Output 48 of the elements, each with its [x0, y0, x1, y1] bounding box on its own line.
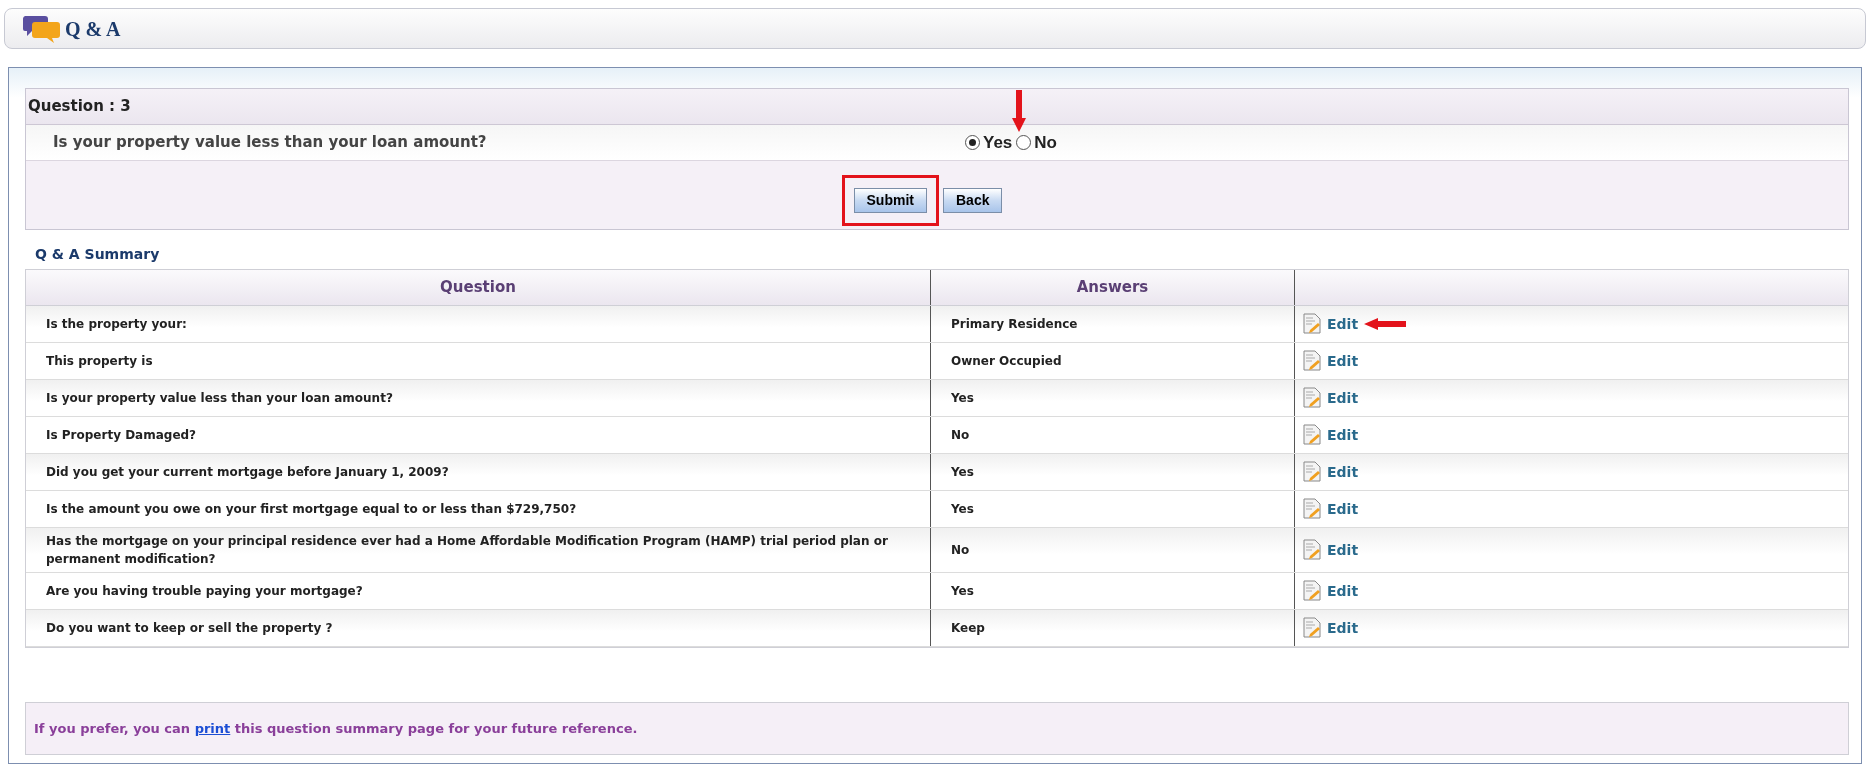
column-header: Question [26, 270, 931, 305]
summary-title: Q & A Summary [35, 245, 161, 264]
table-cell: Yes [931, 573, 1295, 609]
edit-link[interactable]: Edit [1327, 539, 1359, 561]
edit-document-icon [1303, 539, 1321, 561]
table-cell: No [931, 417, 1295, 453]
edit-link[interactable]: Edit [1327, 461, 1359, 483]
print-link[interactable]: print [194, 720, 231, 736]
table-cell: Yes [931, 454, 1295, 490]
table-cell: No [931, 528, 1295, 572]
table-cell: Yes [931, 491, 1295, 527]
edit-document-icon [1303, 350, 1321, 372]
edit-link[interactable]: Edit [1327, 617, 1359, 639]
table-cell: Has the mortgage on your principal residence ever had a Home Affordable Modification Program (HAMP) trial period plan or permanent modification? [26, 528, 931, 572]
column-header: Answers [931, 270, 1295, 305]
table-cell: Are you having trouble paying your mortgage? [26, 573, 931, 609]
table-cell: Keep [931, 610, 1295, 646]
table-cell: Primary Residence [931, 306, 1295, 342]
edit-document-icon [1303, 498, 1321, 520]
table-cell: Yes [931, 380, 1295, 416]
edit-link[interactable]: Edit [1327, 498, 1359, 520]
table-cell: Do you want to keep or sell the property ? [26, 610, 931, 646]
radio-option[interactable]: No [1016, 129, 1057, 156]
edit-document-icon [1303, 580, 1321, 602]
edit-link[interactable]: Edit [1327, 424, 1359, 446]
edit-link[interactable]: Edit [1327, 387, 1359, 409]
edit-document-icon [1303, 387, 1321, 409]
edit-document-icon [1303, 313, 1321, 335]
page-title: Q & A [65, 16, 121, 42]
table-cell: Owner Occupied [931, 343, 1295, 379]
table-cell: Is your property value less than your loan amount? [26, 380, 931, 416]
table-cell: This property is [26, 343, 931, 379]
table-cell: Is the property your: [26, 306, 931, 342]
action-button[interactable]: Back [943, 187, 1003, 213]
edit-link[interactable]: Edit [1327, 313, 1359, 335]
speech-bubbles-icon [23, 13, 61, 44]
question-text: Is your property value less than your loan amount? [52, 132, 488, 154]
action-button[interactable]: Submit [853, 187, 927, 213]
edit-document-icon [1303, 424, 1321, 446]
table-cell: Is the amount you owe on your first mortgage equal to or less than $729,750? [26, 491, 931, 527]
edit-link[interactable]: Edit [1327, 350, 1359, 372]
reference-note: If you prefer, you can print this question summary page for your future reference. [34, 719, 638, 738]
table-cell: Did you get your current mortgage before January 1, 2009? [26, 454, 931, 490]
edit-document-icon [1303, 617, 1321, 639]
edit-link[interactable]: Edit [1327, 580, 1359, 602]
radio-option[interactable]: Yes [965, 129, 1013, 156]
edit-document-icon [1303, 461, 1321, 483]
table-cell: Is Property Damaged? [26, 417, 931, 453]
